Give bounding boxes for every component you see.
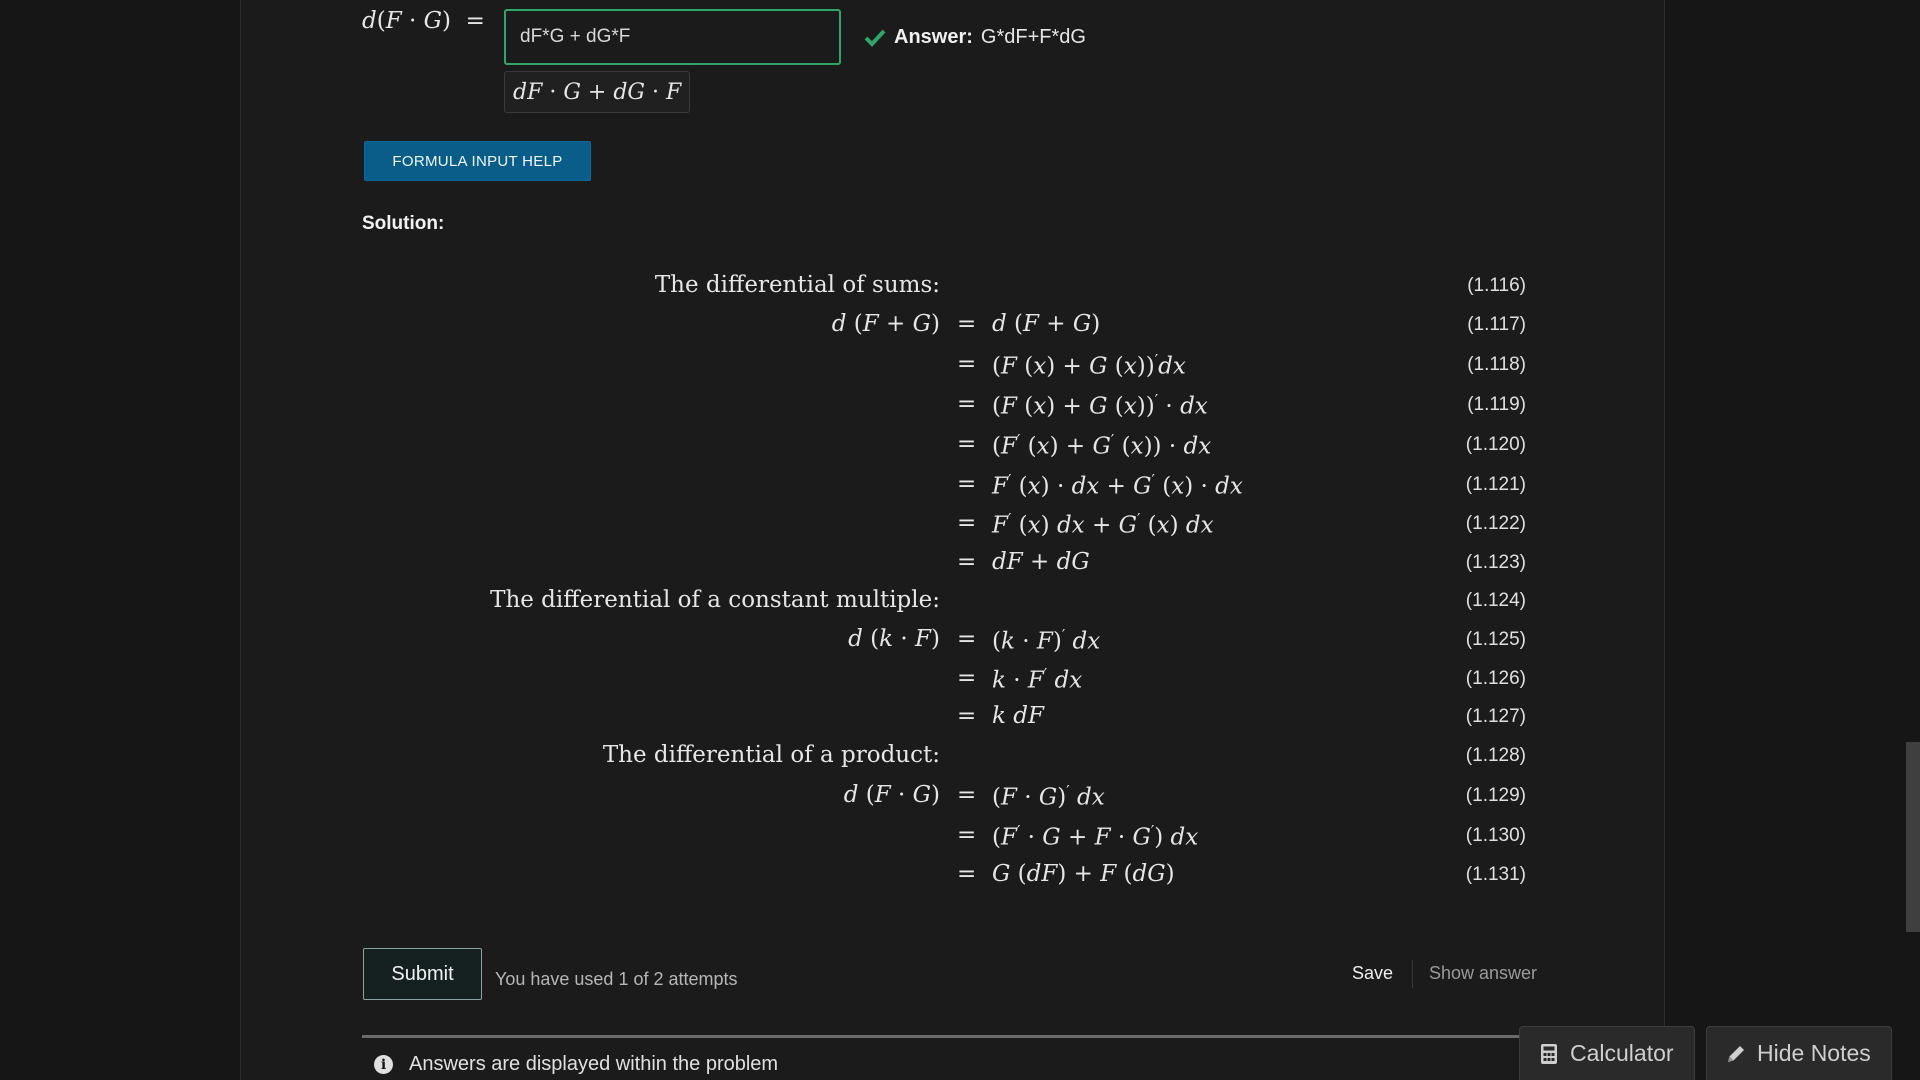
solution-line: = G (dF) + F (dG) (1.131) xyxy=(0,859,1920,895)
answer-label: Answer: xyxy=(894,26,973,48)
equation-lhs: d (k · F) xyxy=(848,626,940,652)
solution-line: d (F + G) = d (F + G) (1.117) xyxy=(0,309,1920,345)
equals-sign: = xyxy=(957,311,977,337)
equation-number: (1.125) xyxy=(1465,629,1526,650)
equation-lhs: d (F + G) xyxy=(831,311,940,337)
equation-rhs: G (dF) + F (dG) xyxy=(992,861,1175,887)
solution-line: d (F · G) = (F · G)′ dx (1.129) xyxy=(0,780,1920,816)
notification-text: Answers are displayed within the problem xyxy=(409,1053,779,1075)
notification-divider xyxy=(362,1035,1542,1038)
equation-number: (1.127) xyxy=(1465,706,1526,727)
equation-number: (1.116) xyxy=(1467,275,1526,296)
notification: i Answers are displayed within the probl… xyxy=(374,1053,778,1076)
solution-title: Solution: xyxy=(362,213,445,234)
solution-line: = k dF (1.127) xyxy=(0,701,1920,737)
equation-rhs: (F′ · G + F · G′) dx xyxy=(992,822,1199,851)
solution-line: The differential of a product: (1.128) xyxy=(0,740,1920,776)
submit-button[interactable]: Submit xyxy=(363,948,482,1000)
equation-number: (1.119) xyxy=(1467,394,1526,415)
equation-rhs: F′ (x) · dx + G′ (x) · dx xyxy=(992,471,1243,500)
formula-input[interactable] xyxy=(504,9,841,65)
solution-line: The differential of a constant multiple:… xyxy=(0,585,1920,621)
solution-line: = (F (x) + G (x))′dx (1.118) xyxy=(0,349,1920,385)
equation-lhs: d (F · G) xyxy=(843,782,940,808)
equation-rhs: F′ (x) dx + G′ (x) dx xyxy=(992,510,1214,539)
solution-line: = k · F′ dx (1.126) xyxy=(0,663,1920,699)
equals-sign: = xyxy=(957,351,977,377)
question-lhs: d(F · G) = xyxy=(362,8,485,34)
solution-line: The differential of sums: (1.116) xyxy=(0,270,1920,306)
equation-rhs: dF + dG xyxy=(992,549,1090,575)
formula-input-help-button[interactable]: FORMULA INPUT HELP xyxy=(364,141,591,181)
attempts-text: You have used 1 of 2 attempts xyxy=(495,969,738,989)
equation-rhs: (F · G)′ dx xyxy=(992,782,1105,811)
answer-value: G*dF+F*dG xyxy=(980,26,1086,48)
equation-number: (1.118) xyxy=(1467,354,1526,375)
equation-number: (1.117) xyxy=(1467,314,1526,335)
equals-sign: = xyxy=(957,471,977,497)
equation-rhs: k dF xyxy=(992,703,1044,729)
equation-number: (1.130) xyxy=(1465,825,1526,846)
solution-line: = F′ (x) · dx + G′ (x) · dx (1.121) xyxy=(0,469,1920,505)
solution-line: = (F′ (x) + G′ (x)) · dx (1.120) xyxy=(0,429,1920,465)
equals-sign: = xyxy=(957,549,977,575)
equation-number: (1.120) xyxy=(1465,434,1526,455)
equation-number: (1.128) xyxy=(1465,745,1526,766)
equation-rhs: d (F + G) xyxy=(992,311,1101,337)
equals-sign: = xyxy=(957,391,977,417)
equation-number: (1.129) xyxy=(1465,785,1526,806)
equation-rhs: (F′ (x) + G′ (x)) · dx xyxy=(992,431,1212,460)
equals-sign: = xyxy=(957,782,977,808)
equation-rhs: k · F′ dx xyxy=(992,665,1083,694)
solution-line: = (F (x) + G (x))′ · dx (1.119) xyxy=(0,389,1920,425)
show-answer-button[interactable]: Show answer xyxy=(1429,963,1537,984)
equals-sign: = xyxy=(957,861,977,887)
info-icon: i xyxy=(374,1055,393,1074)
solution-text: The differential of sums: xyxy=(654,272,940,298)
equals-sign: = xyxy=(957,431,977,457)
save-button[interactable]: Save xyxy=(1352,963,1393,984)
equals-sign: = xyxy=(957,822,977,848)
equation-rhs: (k · F)′ dx xyxy=(992,626,1101,655)
answer-status: Answer: G*dF+F*dG xyxy=(864,26,1086,49)
solution-text: The differential of a constant multiple: xyxy=(490,587,940,613)
solution-text: The differential of a product: xyxy=(602,742,940,768)
hide-notes-button[interactable]: Hide Notes xyxy=(1706,1026,1892,1080)
equation-number: (1.126) xyxy=(1465,668,1526,689)
equation-rhs: (F (x) + G (x))′dx xyxy=(992,351,1186,380)
equation-number: (1.121) xyxy=(1465,474,1526,495)
equation-number: (1.122) xyxy=(1465,513,1526,534)
action-divider xyxy=(1412,960,1413,988)
formula-preview: dF · G + dG · F xyxy=(504,71,691,113)
hide-notes-label: Hide Notes xyxy=(1757,1040,1871,1066)
solution-line: = (F′ · G + F · G′) dx (1.130) xyxy=(0,820,1920,856)
equals-sign: = xyxy=(957,626,977,652)
solution-line: = dF + dG (1.123) xyxy=(0,547,1920,583)
equals-sign: = xyxy=(957,510,977,536)
solution-line: = F′ (x) dx + G′ (x) dx (1.122) xyxy=(0,508,1920,544)
equals-sign: = xyxy=(957,703,977,729)
check-icon xyxy=(864,29,886,47)
equals-sign: = xyxy=(957,665,977,691)
equation-number: (1.131) xyxy=(1465,864,1526,885)
calculator-icon xyxy=(1541,1043,1557,1064)
equation-number: (1.123) xyxy=(1465,552,1526,573)
calculator-button[interactable]: Calculator xyxy=(1519,1026,1695,1080)
equation-number: (1.124) xyxy=(1465,590,1526,611)
pencil-icon xyxy=(1728,1045,1744,1062)
solution-line: d (k · F) = (k · F)′ dx (1.125) xyxy=(0,624,1920,660)
equation-rhs: (F (x) + G (x))′ · dx xyxy=(992,391,1208,420)
calculator-label: Calculator xyxy=(1570,1040,1674,1066)
scrollbar-thumb[interactable] xyxy=(1906,742,1920,932)
